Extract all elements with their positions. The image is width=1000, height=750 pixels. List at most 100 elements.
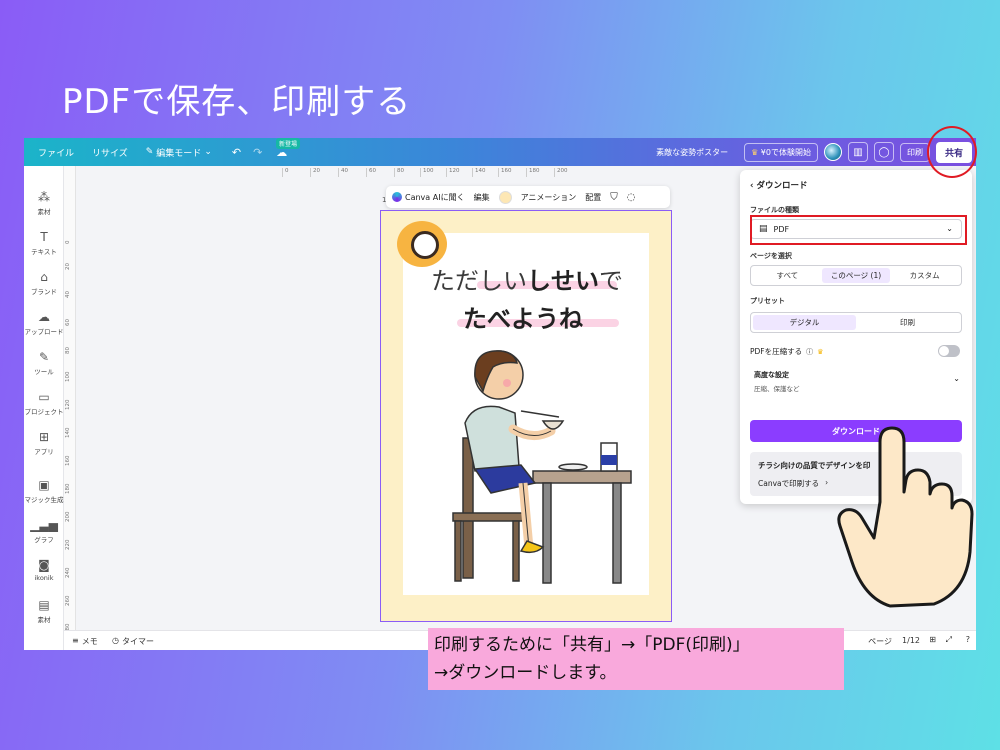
sidebar-item-ikonik[interactable]: ◙ ikonik [24, 558, 64, 582]
instruction-caption: 印刷するために「共有」→「PDF(印刷)」 →ダウンロードします。 [428, 628, 844, 690]
sidebar-item-text[interactable]: T テキスト [24, 230, 64, 256]
ruler-tick: 180 [526, 168, 540, 177]
chevron-right-icon: › [825, 478, 829, 487]
ruler-tick: 200 [65, 511, 71, 523]
ikonik-icon: ◙ [38, 558, 50, 572]
sidebar-item-label: アプリ [34, 448, 54, 456]
ruler-tick: 180 [65, 483, 71, 495]
pdf-highlight-box [750, 215, 967, 245]
caption-line-2: →ダウンロードします。 [434, 663, 617, 683]
ruler-tick: 100 [420, 168, 434, 177]
poster-heading-1[interactable]: ただしいしせいで [431, 261, 623, 296]
elements-icon: ▤ [38, 598, 50, 612]
insights-icon[interactable]: ▥ [847, 142, 868, 162]
edit-button[interactable]: 編集 [474, 192, 490, 203]
sidebar-item-chart[interactable]: ▁▃▅ グラフ [24, 518, 64, 544]
sidebar-item-upload[interactable]: ☁ アップロード [24, 310, 64, 336]
new-badge: 新登場 [276, 138, 301, 149]
sidebar-item-label: ikonik [34, 574, 54, 582]
sidebar-item-projects[interactable]: ▭ プロジェクト [24, 390, 64, 416]
grid-view-icon[interactable]: ⊞ [929, 635, 936, 644]
ruler-tick: 80 [394, 168, 404, 177]
notes-button[interactable]: ≡ メモ [72, 636, 98, 647]
sidebar-item-label: ブランド [31, 288, 57, 296]
edit-mode-menu[interactable]: ✎ 編集モード ⌄ [146, 146, 212, 159]
design-page[interactable]: ただしいしせいで たべようね [380, 210, 672, 622]
pages-button[interactable]: ページ [868, 636, 892, 647]
trial-label: ¥0で体験開始 [760, 147, 811, 157]
sidebar-item-elements[interactable]: ⁂ 素材 [24, 190, 64, 216]
poster-content: ただしいしせいで たべようね [397, 221, 649, 595]
doc-title[interactable]: 素敵な姿勢ポスター [656, 147, 728, 158]
sidebar-item-magic[interactable]: ▣ マジック生成 [24, 478, 64, 504]
ruler-tick: 160 [65, 455, 71, 467]
ruler-tick: 220 [65, 539, 71, 551]
sidebar-item-label: グラフ [34, 536, 54, 544]
notes-label: メモ [81, 637, 98, 646]
vertical-ruler: 0 20 40 60 80 100 120 140 160 180 200 22… [64, 166, 76, 636]
page-option-current[interactable]: このページ (1) [821, 268, 891, 283]
poster-heading-2[interactable]: たべようね [463, 299, 583, 334]
arrange-button[interactable]: 配置 [585, 192, 601, 203]
redo-icon[interactable]: ↷ [253, 146, 262, 159]
print-card-link[interactable]: Canvaで印刷する › [758, 478, 828, 489]
left-sidebar: ⁂ 素材 T テキスト ⌂ ブランド ☁ アップロード ✎ ツール ▭ プロジェクト ⊞ アプ… [24, 166, 64, 650]
ruler-tick: 100 [65, 371, 71, 383]
resize-menu[interactable]: リサイズ [92, 146, 128, 159]
notes-icon: ≡ [72, 636, 79, 645]
horizontal-ruler: 0 20 40 60 80 100 120 140 160 180 200 [282, 168, 582, 178]
page-select-label: ページを選択 [750, 252, 792, 260]
sidebar-item-label: テキスト [31, 248, 57, 256]
upload-icon: ☁ [38, 310, 50, 324]
crown-icon: ♛ [817, 347, 824, 356]
timer-button[interactable]: ◷ タイマー [112, 636, 154, 647]
preset-option-digital[interactable]: デジタル [753, 315, 856, 330]
text-icon: T [40, 230, 48, 244]
compress-toggle[interactable] [938, 345, 960, 357]
fullscreen-icon[interactable]: ⤢ [946, 635, 952, 645]
advanced-settings[interactable]: 高度な設定 圧縮、保護など [754, 370, 800, 393]
ruler-tick: 140 [65, 427, 71, 439]
panel-title: ダウンロード [756, 181, 808, 191]
ruler-tick: 40 [338, 168, 348, 177]
share-highlight-circle [927, 126, 977, 178]
ruler-tick: 240 [65, 567, 71, 579]
poster-heading-end: で [599, 267, 623, 295]
ask-ai-button[interactable]: Canva AIに聞く [392, 192, 465, 203]
ruler-tick: 260 [65, 595, 71, 607]
trial-button[interactable]: ♛ ¥0で体験開始 [744, 142, 818, 162]
page-option-custom[interactable]: カスタム [890, 268, 959, 283]
sidebar-item-elements-2[interactable]: ▤ 素材 [24, 598, 64, 624]
tools-icon: ✎ [38, 350, 50, 364]
sidebar-item-tools[interactable]: ✎ ツール [24, 350, 64, 376]
sidebar-item-apps[interactable]: ⊞ アプリ [24, 430, 64, 456]
crown-icon: ♛ [751, 147, 759, 157]
print-card-link-label: Canvaで印刷する [758, 479, 820, 488]
ask-ai-label: Canva AIに聞く [405, 192, 465, 202]
page-select-segment: すべて このページ (1) カスタム [750, 265, 962, 286]
preset-option-print[interactable]: 印刷 [856, 315, 959, 330]
elements-icon: ⁂ [38, 190, 50, 204]
info-icon: ⓘ [806, 347, 814, 356]
context-toolbar: Canva AIに聞く 編集 アニメーション 配置 ⛉ ◌ [386, 186, 670, 208]
panel-back-button[interactable]: ‹ ダウンロード [750, 179, 808, 191]
poster-heading-bold: しせい [527, 267, 599, 295]
comment-add-icon[interactable]: ◌ [627, 192, 636, 203]
print-button[interactable]: 印刷 [899, 142, 930, 162]
timer-label: タイマー [121, 637, 154, 646]
comment-icon[interactable]: ◯ [873, 142, 894, 162]
paint-roller-icon[interactable]: ⛉ [610, 192, 618, 203]
file-menu[interactable]: ファイル [38, 146, 74, 159]
chevron-down-icon[interactable]: ⌄ [953, 374, 960, 383]
sidebar-item-label: 素材 [37, 616, 51, 624]
animation-button[interactable]: アニメーション [521, 192, 577, 203]
undo-icon[interactable]: ↶ [232, 146, 241, 159]
help-icon[interactable]: ? [966, 635, 970, 644]
avatar[interactable] [823, 143, 842, 161]
color-swatch[interactable] [498, 190, 512, 204]
page-option-all[interactable]: すべて [753, 268, 822, 283]
pencil-icon: ✎ [145, 147, 154, 157]
sidebar-item-brand[interactable]: ⌂ ブランド [24, 270, 64, 296]
ruler-tick: 200 [554, 168, 568, 177]
chevron-left-icon: ‹ [750, 181, 754, 191]
